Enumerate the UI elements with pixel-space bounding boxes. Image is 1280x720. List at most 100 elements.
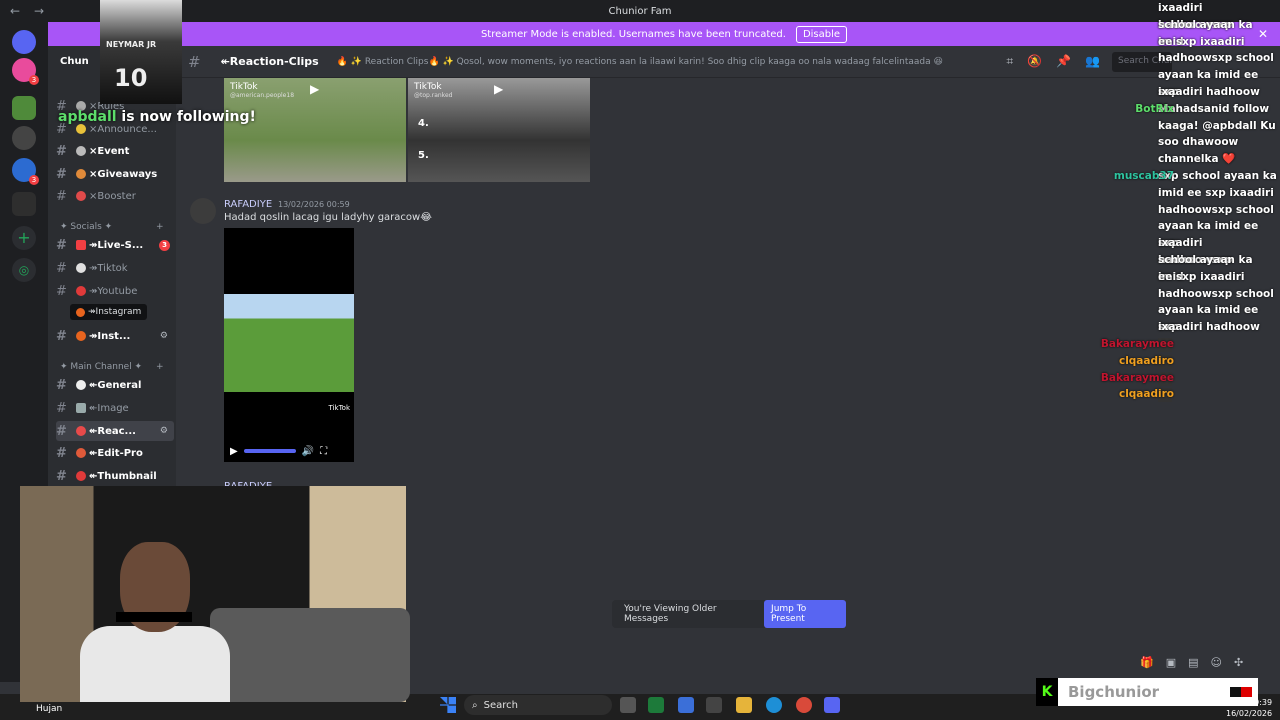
discover-icon[interactable]: ◎ [12, 258, 36, 282]
home-icon[interactable] [12, 30, 36, 54]
chat-username: Bakaraymee [1100, 371, 1174, 384]
chat-message-text: ee sxp ixaadiri [1158, 270, 1245, 283]
window-title: Chunior Fam [608, 5, 672, 17]
play-icon[interactable]: ▶ [310, 82, 319, 96]
task-view-icon[interactable] [620, 697, 636, 713]
video-player[interactable]: TikTok ▶ 🔊 ⛶ [224, 228, 354, 462]
gif-icon[interactable]: ▣ [1166, 656, 1176, 669]
composer-tools: 🎁 ▣ ▤ ☺ ✣ [1140, 656, 1243, 669]
channel-tooltip: ↠Instagram [70, 304, 148, 320]
chat-message-text: channelka ❤️ [1158, 153, 1236, 166]
chat-message-text: hadhoowsxp school [1158, 287, 1274, 300]
tiktok-logo: TikTok [328, 404, 350, 412]
settings-icon: ⚙ [159, 426, 168, 436]
message-timestamp: 13/02/2026 00:59 [278, 200, 350, 209]
kick-logo: K [1036, 678, 1058, 706]
channel-event[interactable]: # ×Event [56, 141, 174, 161]
chat-message-text: hadhoowsxp school [1158, 203, 1274, 216]
chat-message-text: Mahadsanid follow [1158, 102, 1270, 115]
chat-message-text: kaaga! @apbdall Ku [1158, 119, 1276, 132]
channel-tiktok[interactable]: # ↠Tiktok [56, 258, 174, 278]
video-frame [224, 294, 354, 392]
channel-title: ↞Reaction-Clips [220, 55, 319, 68]
streamer-profile-image: NEYMAR JR 10 [100, 0, 182, 104]
brand-name: Bigchunior [1068, 683, 1160, 701]
channel-youtube[interactable]: # ↠Youtube [56, 281, 174, 301]
play-icon[interactable]: ▶ [230, 446, 238, 457]
message-text: Hadad qoslin lacag igu ladyhy garacow😂 [224, 212, 432, 223]
chat-username: clqaadiro [1118, 354, 1174, 367]
channel-general[interactable]: # ↞General [56, 375, 174, 395]
sticker-icon[interactable]: ▤ [1188, 656, 1198, 669]
channel-booster[interactable]: # ×Booster [56, 186, 174, 206]
brand-banner: K Bigchunior [1036, 678, 1258, 706]
fullscreen-icon[interactable]: ⛶ [320, 446, 327, 457]
channel-image[interactable]: # ↞Image [56, 398, 174, 418]
channel-instagram[interactable]: # ↠Inst... ⚙ [56, 326, 174, 346]
older-messages-text: You're Viewing Older Messages [624, 604, 717, 624]
weather-widget[interactable]: Hujan [36, 704, 62, 714]
message-author[interactable]: RAFADIYE [224, 199, 272, 210]
channel-giveaways[interactable]: # ×Giveaways [56, 164, 174, 184]
hash-icon: # [188, 52, 201, 71]
server-badge: 3 [29, 75, 39, 85]
threads-icon[interactable]: ⌗ [1006, 54, 1013, 69]
volume-icon[interactable]: 🔊 [302, 446, 314, 457]
chat-username: Bakaraymee [1100, 338, 1174, 350]
store-icon[interactable] [706, 697, 722, 713]
banner-text: Streamer Mode is enabled. Usernames have… [480, 28, 786, 40]
category-socials[interactable]: ✦ Socials ✦ + [60, 222, 164, 232]
channel-live-streams[interactable]: # ↠Live-S... 3 [56, 235, 174, 255]
server-icon[interactable] [12, 126, 36, 150]
older-messages-bar: You're Viewing Older Messages Jump To Pr… [612, 600, 846, 628]
channel-topic[interactable]: 🔥 ✨ Reaction Clips🔥 ✨ Qosol, wow moments… [337, 57, 943, 67]
server-badge: 3 [29, 175, 39, 185]
chat-message-text: ixaadiri hadhoow [1158, 86, 1260, 98]
kick-server-icon[interactable] [12, 192, 36, 216]
server-name[interactable]: Chun [60, 56, 89, 67]
chat-message-text: ixaadiri hadhoow [1158, 321, 1260, 334]
channel-edit-pro[interactable]: # ↞Edit-Pro [56, 443, 174, 463]
chat-message-text: imid ee sxp ixaadiri [1158, 186, 1274, 199]
gift-icon[interactable]: 🎁 [1140, 656, 1154, 669]
server-icon[interactable]: 3 [12, 58, 39, 85]
stream-chat-overlay: ixaadiri hadhoowsxp school ayaan ka imid e… [1094, 0, 1280, 403]
mute-icon[interactable]: 🔕 [1027, 54, 1042, 69]
channel-thumbnail[interactable]: # ↞Thumbnail [56, 466, 174, 486]
file-explorer-icon[interactable] [736, 697, 752, 713]
play-icon[interactable]: ▶ [494, 82, 503, 96]
follow-alert: apbdall is now following! [58, 109, 256, 125]
chat-message-text: ee sxp ixaadiri [1158, 35, 1245, 48]
settings-icon: ⚙ [159, 331, 168, 341]
chat-username: BotRix [1135, 102, 1174, 115]
disable-button[interactable]: Disable [795, 25, 848, 43]
m365-icon[interactable] [678, 697, 694, 713]
discord-icon[interactable] [824, 697, 840, 713]
chat-message-text: soo dhawoow [1158, 136, 1239, 149]
chat-message-text: hadhoowsxp school [1158, 52, 1274, 65]
chat-username: clqaadiro [1118, 388, 1174, 401]
apps-icon[interactable]: ✣ [1234, 656, 1243, 669]
search-icon: ⌕ [472, 699, 478, 711]
server-icon[interactable]: 3 [12, 158, 39, 185]
jump-to-present-button[interactable]: Jump To Present [764, 600, 846, 628]
emoji-icon[interactable]: ☺ [1211, 656, 1222, 669]
avatar[interactable] [190, 198, 216, 224]
chrome-icon[interactable] [796, 697, 812, 713]
taskbar-search[interactable]: ⌕ Search [464, 695, 612, 715]
window-titlebar: ← → Chunior Fam [0, 0, 1280, 22]
channel-reaction-clips[interactable]: # ↞Reac... ⚙ [56, 421, 174, 441]
pin-icon[interactable]: 📌 [1056, 54, 1071, 69]
add-server-icon[interactable]: + [12, 226, 36, 250]
flag-icon [1230, 687, 1252, 697]
volume-slider[interactable] [243, 449, 296, 453]
chat-username: muscab37 [1113, 170, 1174, 182]
excel-icon[interactable] [648, 697, 664, 713]
chat-message-text: sxp school ayaan ka [1158, 170, 1277, 182]
server-icon[interactable] [12, 96, 36, 120]
tiktok-video-embed[interactable]: TikTok @top.ranked ▶ 4. 5. [408, 78, 590, 182]
tiktok-video-embed[interactable]: TikTok @american.people18 ▶ [224, 78, 406, 182]
category-main-channel[interactable]: ✦ Main Channel ✦ + [60, 362, 164, 372]
edge-icon[interactable] [766, 697, 782, 713]
webcam-overlay [20, 486, 410, 702]
